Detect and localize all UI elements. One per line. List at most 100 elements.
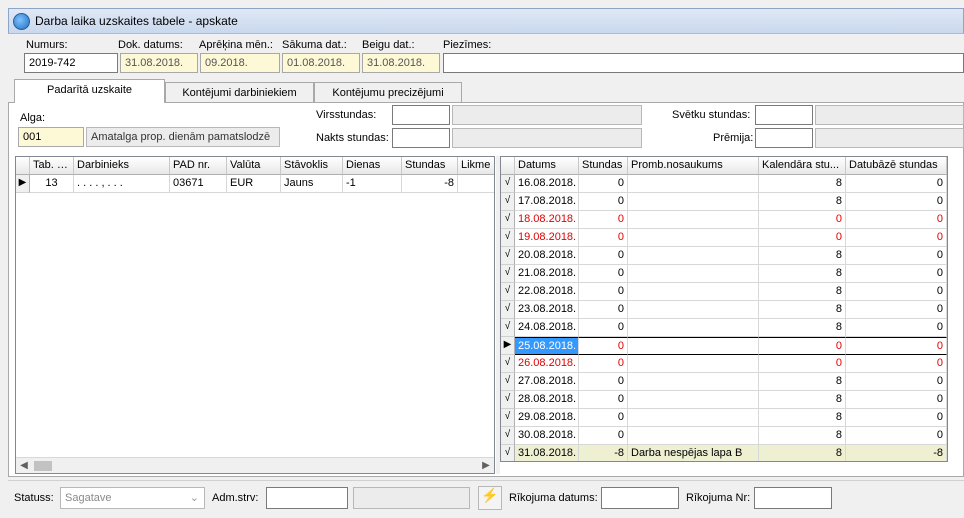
piezimes-input[interactable] [443, 53, 964, 73]
statuss-label: Statuss: [14, 492, 54, 504]
cell-stundas: -8 [402, 175, 458, 193]
day-row[interactable]: √ 19.08.2018. 0 0 0 [501, 229, 947, 247]
cell-datums: 18.08.2018. [515, 211, 579, 229]
day-row[interactable]: √ 27.08.2018. 0 8 0 [501, 373, 947, 391]
col-promb-nosaukums[interactable]: Promb.nosaukums [628, 157, 759, 175]
col-datubaze-stundas[interactable]: Datubāzē stundas [846, 157, 947, 175]
beigu-dat-field[interactable]: 31.08.2018. [362, 53, 440, 73]
cell-kalendara-stundas: 0 [759, 211, 846, 229]
tab-padarita-uzskaite[interactable]: Padarītā uzskaite [14, 79, 165, 103]
virsstundas-label: Virsstundas: [316, 109, 377, 121]
tab-kontejumi-darbiniekiem[interactable]: Kontējumi darbiniekiem [165, 82, 314, 102]
col-darbinieks[interactable]: Darbinieks [74, 157, 170, 175]
premija-input[interactable] [755, 128, 813, 148]
day-row[interactable]: √ 23.08.2018. 0 8 0 [501, 301, 947, 319]
cell-kalendara-stundas: 8 [759, 445, 846, 461]
cell-datums: 20.08.2018. [515, 247, 579, 265]
adm-strv-desc [353, 487, 470, 509]
cell-kalendara-stundas: 0 [759, 229, 846, 247]
cell-valuta: EUR [227, 175, 281, 193]
cell-promb-nosaukums [628, 319, 759, 337]
cell-promb-nosaukums [628, 175, 759, 193]
day-row[interactable]: ▶ 25.08.2018. 0 0 0 [501, 337, 947, 355]
col-tab-nr[interactable]: Tab. Nr. [30, 157, 74, 175]
lightning-action-button[interactable]: ⚡ [478, 486, 502, 510]
day-row[interactable]: √ 20.08.2018. 0 8 0 [501, 247, 947, 265]
cell-promb-nosaukums [628, 409, 759, 427]
cell-stundas: 0 [579, 283, 628, 301]
lightning-icon: ⚡ [481, 487, 499, 503]
window-title: Darba laika uzskaites tabele - apskate [35, 14, 238, 28]
cell-datums: 17.08.2018. [515, 193, 579, 211]
numurs-input[interactable]: 2019-742 [24, 53, 118, 73]
adm-strv-label: Adm.strv: [212, 492, 259, 504]
day-row[interactable]: √ 26.08.2018. 0 0 0 [501, 355, 947, 373]
day-row[interactable]: √ 21.08.2018. 0 8 0 [501, 265, 947, 283]
day-row[interactable]: √ 30.08.2018. 0 8 0 [501, 427, 947, 445]
dok-datums-field[interactable]: 31.08.2018. [120, 53, 198, 73]
col-stundas[interactable]: Stundas [402, 157, 458, 175]
cell-promb-nosaukums [628, 301, 759, 319]
cell-kalendara-stundas: 8 [759, 175, 846, 193]
cell-datums: 30.08.2018. [515, 427, 579, 445]
cell-datums: 29.08.2018. [515, 409, 579, 427]
col-datums[interactable]: Datums [515, 157, 579, 175]
day-row[interactable]: √ 17.08.2018. 0 8 0 [501, 193, 947, 211]
col-pad-nr[interactable]: PAD nr. [170, 157, 227, 175]
statuss-select[interactable]: Sagatave ⌄ [60, 487, 205, 509]
cell-stavoklis: Jauns [281, 175, 343, 193]
check-icon: √ [501, 409, 515, 427]
check-icon: √ [501, 211, 515, 229]
check-icon: √ [501, 193, 515, 211]
cell-datums: 19.08.2018. [515, 229, 579, 247]
day-row[interactable]: √ 24.08.2018. 0 8 0 [501, 319, 947, 337]
svetku-stundas-label: Svētku stundas: [672, 109, 751, 121]
col-stundas[interactable]: Stundas [579, 157, 628, 175]
tab-kontejumu-precizejumi[interactable]: Kontējumu precizējumi [314, 82, 462, 102]
rikojuma-datums-input[interactable] [601, 487, 679, 509]
chevron-down-icon: ⌄ [189, 492, 199, 504]
col-stavoklis[interactable]: Stāvoklis [281, 157, 343, 175]
cell-datubaze-stundas: 0 [846, 283, 947, 301]
cell-kalendara-stundas: 8 [759, 373, 846, 391]
day-row[interactable]: √ 28.08.2018. 0 8 0 [501, 391, 947, 409]
col-likme[interactable]: Likme [458, 157, 494, 175]
nakts-stundas-input[interactable] [392, 128, 450, 148]
cell-kalendara-stundas: 8 [759, 301, 846, 319]
aprekina-men-field[interactable]: 09.2018. [200, 53, 280, 73]
day-row[interactable]: √ 16.08.2018. 0 8 0 [501, 175, 947, 193]
cell-kalendara-stundas: 8 [759, 193, 846, 211]
day-row[interactable]: √ 18.08.2018. 0 0 0 [501, 211, 947, 229]
rikojuma-nr-input[interactable] [754, 487, 832, 509]
virsstundas-input[interactable] [392, 105, 450, 125]
col-valuta[interactable]: Valūta [227, 157, 281, 175]
scroll-thumb[interactable] [34, 461, 52, 471]
sakuma-dat-field[interactable]: 01.08.2018. [282, 53, 360, 73]
days-header: Datums Stundas Promb.nosaukums Kalendāra… [501, 157, 947, 175]
cell-stundas: 0 [579, 211, 628, 229]
virsstundas-desc [452, 105, 642, 125]
day-row[interactable]: √ 29.08.2018. 0 8 0 [501, 409, 947, 427]
adm-strv-input[interactable] [266, 487, 348, 509]
cell-datubaze-stundas: 0 [846, 409, 947, 427]
col-kalendara-stundas[interactable]: Kalendāra stu... [759, 157, 846, 175]
day-row[interactable]: √ 31.08.2018. -8 Darba nespējas lapa B 8 -8 [501, 445, 947, 461]
cell-datums: 21.08.2018. [515, 265, 579, 283]
cell-datums: 16.08.2018. [515, 175, 579, 193]
cell-promb-nosaukums [628, 229, 759, 247]
employee-row[interactable]: ▶ 13 . . . . , . . . 03671 EUR Jauns -1 … [16, 175, 494, 193]
alga-code-field[interactable]: 001 [18, 127, 84, 147]
col-dienas[interactable]: Dienas [343, 157, 402, 175]
cell-datubaze-stundas: 0 [846, 211, 947, 229]
check-icon: √ [501, 283, 515, 301]
svetku-stundas-input[interactable] [755, 105, 813, 125]
cell-datubaze-stundas: 0 [846, 265, 947, 283]
cell-datubaze-stundas: -8 [846, 445, 947, 461]
cell-stundas: 0 [579, 229, 628, 247]
scroll-right-icon[interactable]: ▶ [478, 458, 494, 473]
employees-hscrollbar[interactable]: ◀ ▶ [16, 457, 494, 473]
scroll-left-icon[interactable]: ◀ [16, 458, 32, 473]
cell-promb-nosaukums [628, 265, 759, 283]
day-row[interactable]: √ 22.08.2018. 0 8 0 [501, 283, 947, 301]
check-icon: √ [501, 175, 515, 193]
